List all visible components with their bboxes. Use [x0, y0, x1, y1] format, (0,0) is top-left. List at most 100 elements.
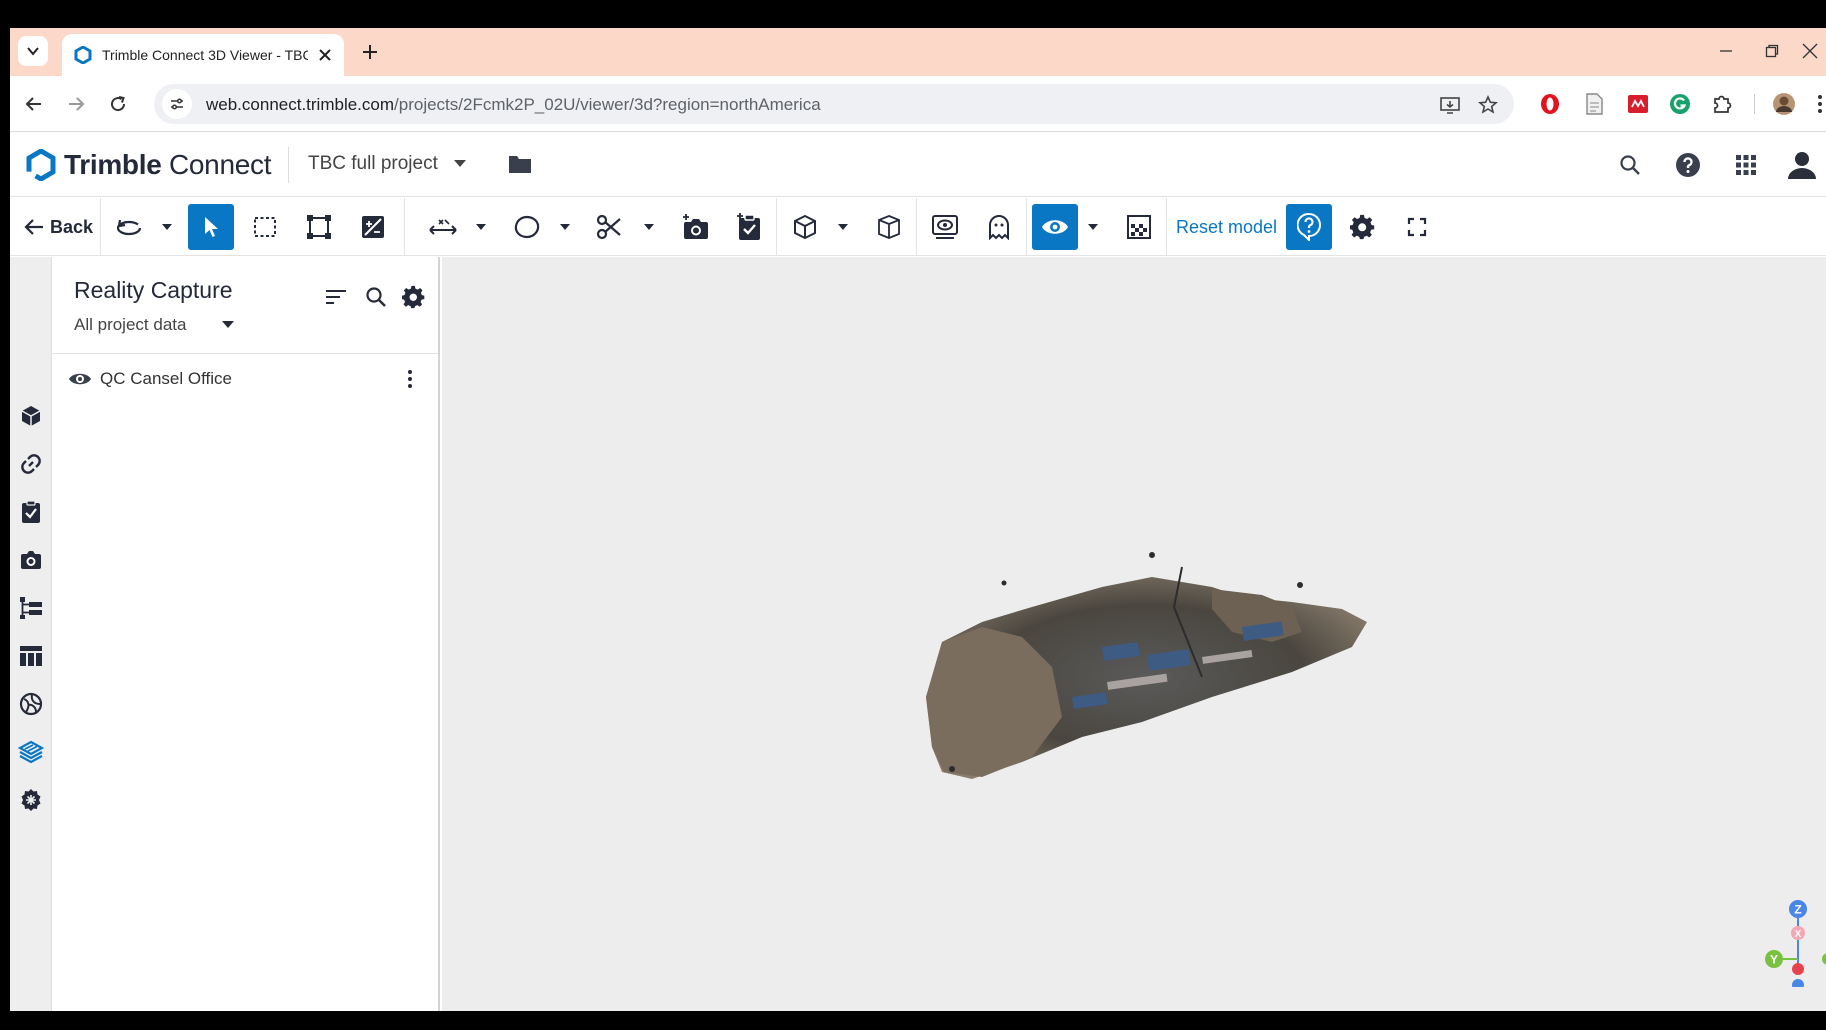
viewer-toolbar: Back Reset model [10, 198, 1826, 256]
eye-icon [1042, 220, 1068, 234]
restore-button[interactable] [1752, 36, 1792, 66]
profile-button[interactable] [1772, 92, 1796, 116]
extensions-button[interactable] [1710, 92, 1734, 116]
perspective-button[interactable] [866, 204, 912, 250]
visibility-button[interactable] [1032, 204, 1078, 250]
measure-tool-button[interactable] [420, 204, 466, 250]
fullscreen-button[interactable] [1394, 204, 1440, 250]
tune-icon [171, 98, 183, 110]
project-data-filter[interactable]: All project data [74, 315, 235, 335]
pdf-extension[interactable] [1626, 92, 1650, 116]
point-cloud-model[interactable] [912, 547, 1372, 797]
axis-x-label: X [1795, 929, 1802, 940]
browser-tab-active[interactable]: Trimble Connect 3D Viewer - TBC full pro… [62, 34, 344, 76]
help-button[interactable] [1672, 149, 1704, 181]
view-cube-button[interactable] [782, 204, 828, 250]
document-extension[interactable] [1582, 92, 1606, 116]
box-select-button[interactable] [242, 204, 288, 250]
rail-world-button[interactable] [18, 691, 44, 717]
axis-neg-z-icon[interactable] [1792, 979, 1804, 987]
sort-button[interactable] [322, 283, 350, 311]
clip-tool-button[interactable] [586, 204, 632, 250]
isolate-button[interactable] [922, 204, 968, 250]
section-tool-button[interactable] [350, 204, 396, 250]
orbit-dropdown-caret[interactable] [158, 204, 176, 250]
axis-neg-y-icon[interactable] [1822, 953, 1826, 965]
visibility-dropdown-caret[interactable] [1084, 204, 1102, 250]
add-view-button[interactable] [672, 204, 718, 250]
reload-button[interactable] [102, 88, 134, 120]
trimble-favicon-icon [74, 46, 92, 64]
arrow-left-icon [25, 97, 41, 111]
close-icon [1802, 43, 1818, 59]
project-selector[interactable]: TBC full project [308, 153, 466, 175]
puzzle-icon [1714, 95, 1732, 113]
close-tab-icon[interactable] [318, 48, 332, 62]
back-button[interactable]: Back [24, 204, 93, 250]
bookmark-button[interactable] [1476, 93, 1500, 117]
rail-organizer-button[interactable] [18, 595, 44, 621]
add-todo-button[interactable] [726, 204, 772, 250]
logo-text: Trimble Connect [64, 149, 272, 180]
panel-settings-button[interactable] [400, 283, 428, 311]
item-more-button[interactable] [398, 367, 422, 391]
forward-nav-button[interactable] [60, 88, 92, 120]
toolbar-separator [1166, 198, 1167, 256]
project-folder-button[interactable] [508, 153, 532, 180]
3d-viewport[interactable]: Z X Y [442, 257, 1826, 1011]
cube-icon [794, 214, 816, 240]
new-tab-button[interactable] [356, 38, 384, 66]
rail-todos-button[interactable] [18, 499, 44, 525]
orbit-tool-button[interactable] [106, 204, 152, 250]
user-profile-button[interactable] [1786, 149, 1818, 181]
markup-dropdown-caret[interactable] [556, 204, 574, 250]
grammarly-extension[interactable] [1668, 92, 1692, 116]
trimble-logo-icon [26, 149, 56, 181]
help-tool-button[interactable] [1286, 204, 1332, 250]
measure-dropdown-caret[interactable] [472, 204, 490, 250]
list-item[interactable]: QC Cansel Office [52, 357, 438, 401]
clip-dropdown-caret[interactable] [640, 204, 658, 250]
axis-gizmo[interactable]: Z X Y [1762, 897, 1826, 987]
fit-selection-button[interactable] [296, 204, 342, 250]
caret-down-icon [453, 160, 466, 167]
folder-icon [509, 156, 531, 173]
rail-extensions-button[interactable] [18, 787, 44, 813]
chevron-down-icon [27, 47, 39, 56]
ghost-mode-button[interactable] [976, 204, 1022, 250]
rail-views-button[interactable] [18, 547, 44, 573]
reality-capture-layers-icon [18, 740, 44, 764]
address-bar[interactable]: web.connect.trimble.com/projects/2Fcmk2P… [154, 84, 1514, 124]
select-tool-button[interactable] [188, 204, 234, 250]
view-dropdown-caret[interactable] [834, 204, 852, 250]
rail-links-button[interactable] [18, 451, 44, 477]
apps-button[interactable] [1730, 149, 1762, 181]
opera-extension[interactable] [1538, 92, 1562, 116]
orbit-icon [116, 219, 142, 236]
back-label: Back [50, 216, 94, 237]
ghost-icon [989, 215, 1009, 240]
settings-button[interactable] [1340, 204, 1386, 250]
browser-menu-button[interactable] [1808, 92, 1826, 116]
render-mode-button[interactable] [1116, 204, 1162, 250]
close-window-button[interactable] [1790, 36, 1826, 66]
eye-icon[interactable] [68, 371, 92, 387]
site-info-button[interactable] [162, 89, 192, 119]
rail-models-button[interactable] [18, 403, 44, 429]
back-nav-button[interactable] [18, 88, 50, 120]
markup-tool-button[interactable] [504, 204, 550, 250]
panel-search-button[interactable] [362, 283, 390, 311]
search-button[interactable] [1614, 149, 1646, 181]
trimble-connect-logo[interactable]: Trimble Connect [26, 149, 271, 181]
axis-y-label: Y [1770, 953, 1778, 967]
reset-model-button[interactable]: Reset model [1176, 204, 1277, 250]
caret-down-icon [162, 224, 172, 230]
rail-table-button[interactable] [18, 643, 44, 669]
rail-reality-capture-button[interactable] [18, 739, 44, 765]
minimize-icon [1720, 50, 1732, 52]
minimize-button[interactable] [1706, 36, 1746, 66]
grammarly-icon [1670, 94, 1690, 114]
tab-search-button[interactable] [18, 36, 48, 66]
install-app-button[interactable] [1438, 93, 1462, 117]
camera-plus-icon [683, 214, 708, 239]
